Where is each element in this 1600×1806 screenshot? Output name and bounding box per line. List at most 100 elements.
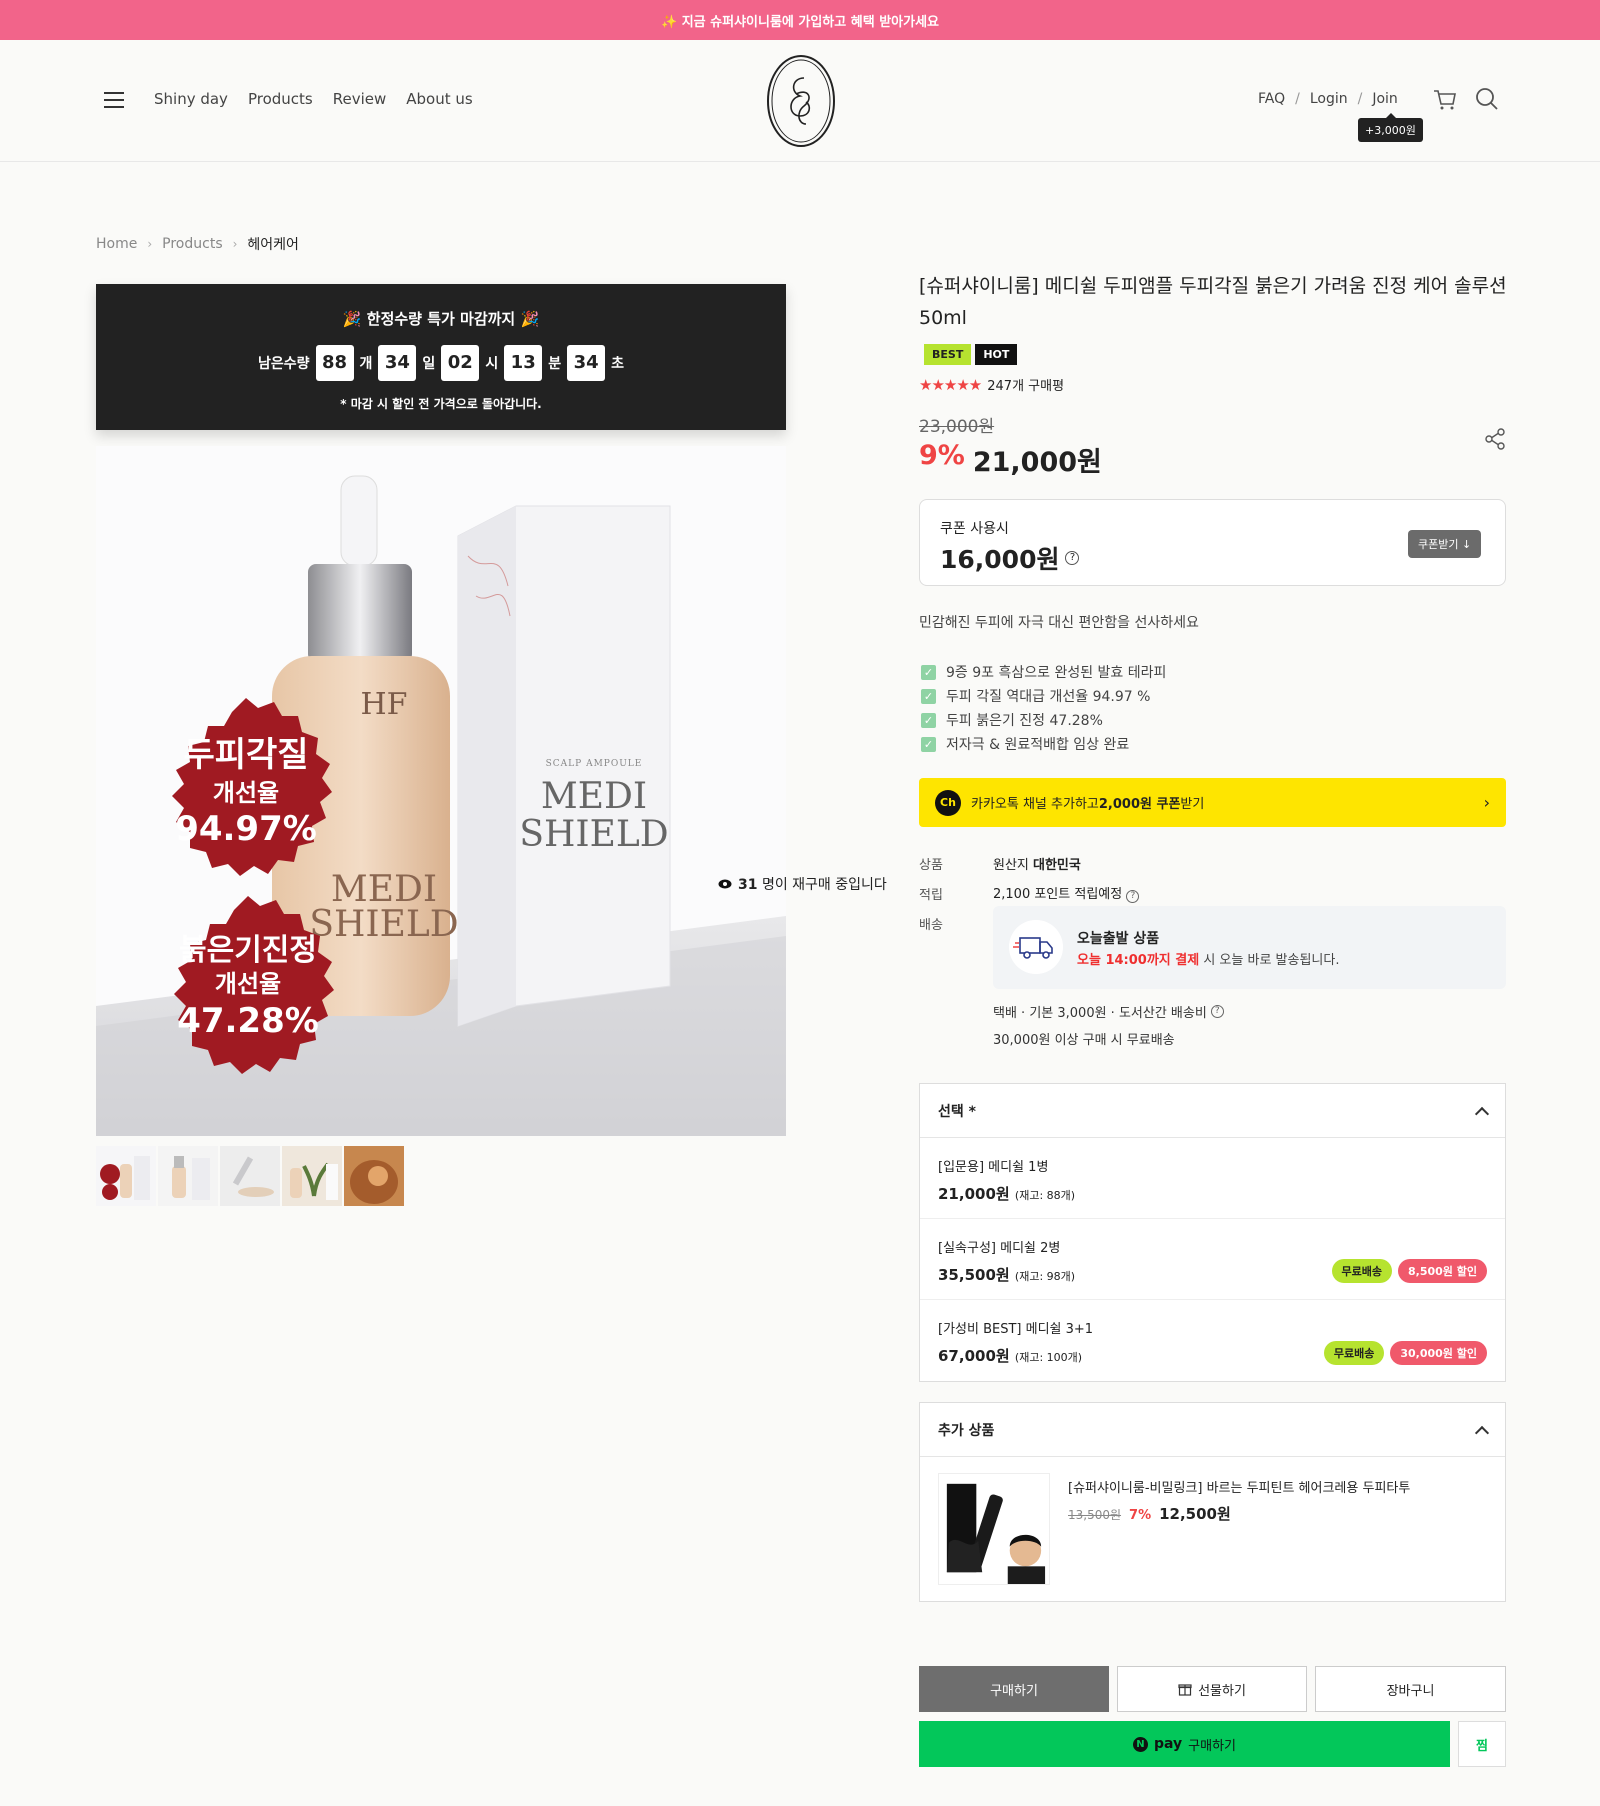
help-icon[interactable]: ? [1210,1005,1224,1018]
discount-tag: 30,000원 할인 [1390,1341,1487,1365]
buy-button[interactable]: 구매하기 [919,1666,1109,1712]
product-photo: SCALP AMPOULE MEDI SHIELD HF MEDI SHIELD… [96,446,786,1136]
product-badges: BEST HOT [924,344,1018,365]
feature-item: ✓ 두피 붉은기 진정 47.28% [921,708,1166,732]
svg-text:붉은기진정: 붉은기진정 [179,933,317,968]
free-shipping-tag: 무료배송 [1323,1341,1385,1365]
countdown-seconds: 34 [567,345,606,381]
separator: / [1357,91,1363,107]
coupon-label: 쿠폰 사용시 [940,521,1009,537]
qty-unit: 개 [359,356,373,372]
chevron-up-icon [1474,1106,1490,1121]
minutes-unit: 분 [548,356,562,372]
addon-item[interactable]: [슈퍼샤이니룸-비밀링크] 바르는 두피틴트 헤어크레용 두피타투 13,500… [920,1457,1505,1602]
viewer-text: 명이 재구매 중입니다 [761,877,887,893]
utility-links: FAQ / Login / Join [1258,91,1398,107]
thumbnail-1[interactable] [96,1146,156,1206]
thumbnail-2[interactable] [158,1146,218,1206]
remaining-label: 남은수량 [258,356,310,372]
option-item[interactable]: [가성비 BEST] 메디쉴 3+1 67,000원 (재고: 100개) 무료… [920,1300,1505,1381]
rating[interactable]: ★★★★★ 247개 구매평 [919,375,1064,395]
point-value: 2,100 포인트 적립예정 ? [993,883,1140,903]
countdown-hours: 02 [441,345,480,381]
svg-text:94.97%: 94.97% [175,809,317,849]
bottle-brand-text: SHIELD [309,904,458,945]
wishlist-button[interactable]: 찜 [1458,1721,1506,1767]
breadcrumb-home[interactable]: Home [96,236,137,252]
info-ship-label: 배송 [919,917,943,933]
breadcrumb-current[interactable]: 헤어케어 [247,234,299,254]
check-icon: ✓ [921,712,936,728]
chevron-right-icon: › [232,237,238,251]
viewer-count: 31 [738,877,758,893]
feature-item: ✓ 두피 각질 역대급 개선율 94.97 % [921,684,1166,708]
help-icon[interactable]: ? [1065,551,1080,565]
product-main-image[interactable]: SCALP AMPOULE MEDI SHIELD HF MEDI SHIELD… [96,446,786,1136]
info-point-label: 적립 [919,887,943,903]
thumbnail-3[interactable] [220,1146,280,1206]
nav-shiny-day[interactable]: Shiny day [154,90,228,108]
gift-icon [1178,1684,1192,1696]
countdown-banner: 🎉 한정수량 특가 마감까지 🎉 남은수량 88 개 34 일 02 시 13 … [96,284,786,430]
addon-name: [슈퍼샤이니룸-비밀링크] 바르는 두피틴트 헤어크레용 두피타투 [1068,1481,1411,1496]
faq-link[interactable]: FAQ [1258,91,1285,107]
nav-review[interactable]: Review [333,90,387,108]
cart-icon[interactable] [1432,86,1458,112]
check-icon: ✓ [921,688,936,704]
original-price: 23,000원 [919,417,995,437]
kakao-channel-banner[interactable]: Ch 카카오톡 채널 추가하고 2,000원 쿠폰 받기 › [919,778,1506,827]
box-brand-text: SHIELD [519,814,668,855]
brand-logo[interactable] [766,54,836,148]
join-bonus-tooltip: +3,000원 [1358,113,1423,142]
check-icon: ✓ [921,664,936,680]
svg-text:47.28%: 47.28% [177,1001,319,1041]
svg-text:개선율: 개선율 [215,970,281,998]
eye-icon [718,879,732,889]
seconds-unit: 초 [611,356,624,372]
product-description: 민감해진 두피에 자극 대신 편안함을 선사하세요 [919,615,1199,631]
help-icon[interactable]: ? [1126,890,1140,903]
discount-tag: 8,500원 할인 [1398,1259,1487,1283]
thumbnail-4[interactable] [282,1146,342,1206]
main-nav: Shiny day Products Review About us [154,90,473,108]
thumbnail-strip [96,1146,404,1206]
feature-item: ✓ 저자극 & 원료적배합 임상 완료 [921,732,1166,756]
site-header: Shiny day Products Review About us FAQ /… [0,40,1600,162]
menu-icon[interactable] [104,92,124,108]
option-item[interactable]: [입문용] 메디쉴 1병 21,000원 (재고: 88개) [920,1138,1505,1219]
price: 21,000원 [972,447,1102,478]
discount-rate: 9% [919,440,965,471]
join-link[interactable]: Join [1372,91,1397,107]
share-icon[interactable] [1484,428,1506,450]
breadcrumb-products[interactable]: Products [162,236,222,252]
npay-buy-button[interactable]: N pay 구매하기 [919,1721,1450,1767]
free-shipping-note: 30,000원 이상 구매 시 무료배송 [993,1033,1175,1048]
search-icon[interactable] [1474,86,1500,112]
promo-text: ✨ 지금 슈퍼샤이니룸에 가입하고 혜택 받아가세요 [660,14,940,30]
shipping-title: 오늘출발 상품 [1077,931,1160,947]
promo-bar[interactable]: ✨ 지금 슈퍼샤이니룸에 가입하고 혜택 받아가세요 [0,0,1600,40]
thumbnail-5[interactable] [344,1146,404,1206]
feature-list: ✓ 9증 9포 흑삼으로 완성된 발효 테라피 ✓ 두피 각질 역대급 개선율 94… [921,660,1166,756]
info-origin-label: 상품 [919,857,943,873]
box-brand-text: MEDI [541,776,647,817]
addon-header[interactable]: 추가 상품 [920,1403,1505,1457]
nav-about-us[interactable]: About us [406,90,472,108]
days-unit: 일 [422,356,436,372]
sale-price: 9% 21,000원 [919,440,1102,479]
cart-button[interactable]: 장바구니 [1315,1666,1506,1712]
gift-button[interactable]: 선물하기 [1117,1666,1307,1712]
feature-item: ✓ 9증 9포 흑삼으로 완성된 발효 테라피 [921,660,1166,684]
get-coupon-button[interactable]: 쿠폰받기 ↓ [1408,530,1482,558]
remaining-qty: 88 [315,345,354,381]
truck-icon [1009,920,1063,974]
login-link[interactable]: Login [1310,91,1348,107]
option-header[interactable]: 선택 * [920,1084,1505,1138]
option-item[interactable]: [실속구성] 메디쉴 2병 35,500원 (재고: 98개) 무료배송 8,50… [920,1219,1505,1300]
chevron-up-icon [1474,1425,1490,1440]
hours-unit: 시 [485,356,499,372]
shipping-fee: 택배 · 기본 3,000원 · 도서산간 배송비? [993,1002,1224,1021]
nav-products[interactable]: Products [248,90,313,108]
svg-text:두피각질: 두피각질 [183,735,308,775]
chevron-right-icon: › [147,237,153,251]
